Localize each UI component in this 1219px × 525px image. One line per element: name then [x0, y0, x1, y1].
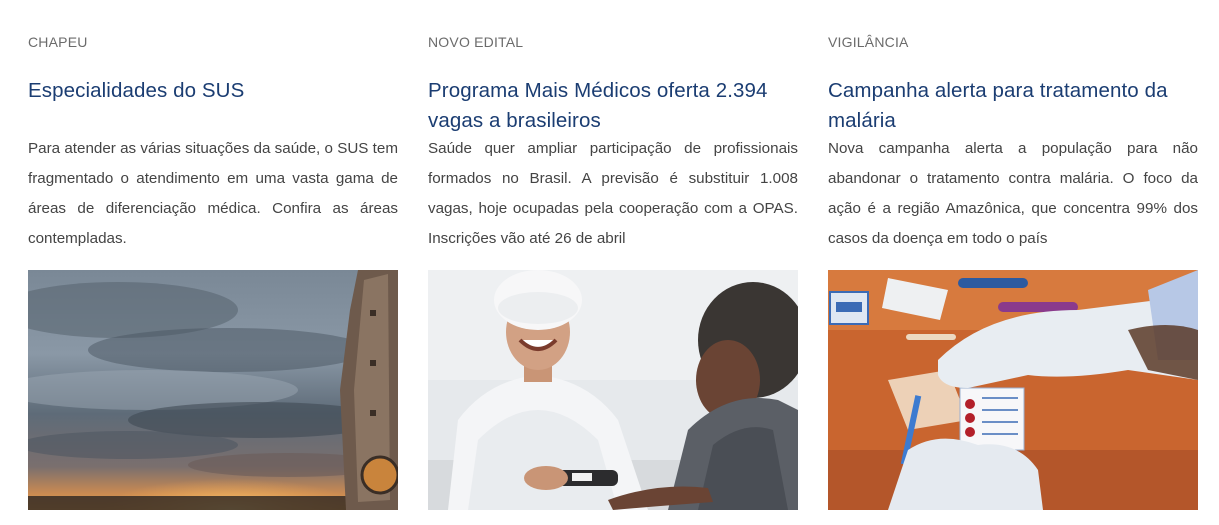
sunset-sky-image [28, 270, 398, 510]
doctor-patient-image [428, 270, 798, 510]
card-kicker: NOVO EDITAL [428, 34, 524, 50]
card-image-sunset-sky[interactable] [28, 270, 398, 510]
card-description: Nova campanha alerta a população para nã… [828, 140, 1198, 247]
card-kicker: VIGILÂNCIA [828, 34, 909, 50]
card-description: Para atender as várias situações da saúd… [28, 140, 398, 247]
card-description: Saúde quer ampliar participação de profi… [428, 140, 798, 247]
card-image-doctor-patient[interactable] [428, 270, 798, 510]
news-card: CHAPEU Especialidades do SUS Para atende… [28, 0, 398, 525]
news-card: VIGILÂNCIA Campanha alerta para tratamen… [828, 0, 1198, 525]
card-title-link[interactable]: Campanha alerta para tratamento da malár… [828, 79, 1168, 132]
card-title-link[interactable]: Programa Mais Médicos oferta 2.394 vagas… [428, 79, 768, 132]
card-title-link[interactable]: Especialidades do SUS [28, 79, 244, 102]
card-title: Programa Mais Médicos oferta 2.394 vagas… [428, 76, 798, 136]
card-kicker: CHAPEU [28, 34, 88, 50]
card-title: Campanha alerta para tratamento da malár… [828, 76, 1198, 136]
news-cards: CHAPEU Especialidades do SUS Para atende… [28, 0, 1198, 525]
malaria-test-image [828, 270, 1198, 510]
card-image-malaria-test[interactable] [828, 270, 1198, 510]
news-card: NOVO EDITAL Programa Mais Médicos oferta… [428, 0, 798, 525]
card-title: Especialidades do SUS [28, 76, 398, 106]
